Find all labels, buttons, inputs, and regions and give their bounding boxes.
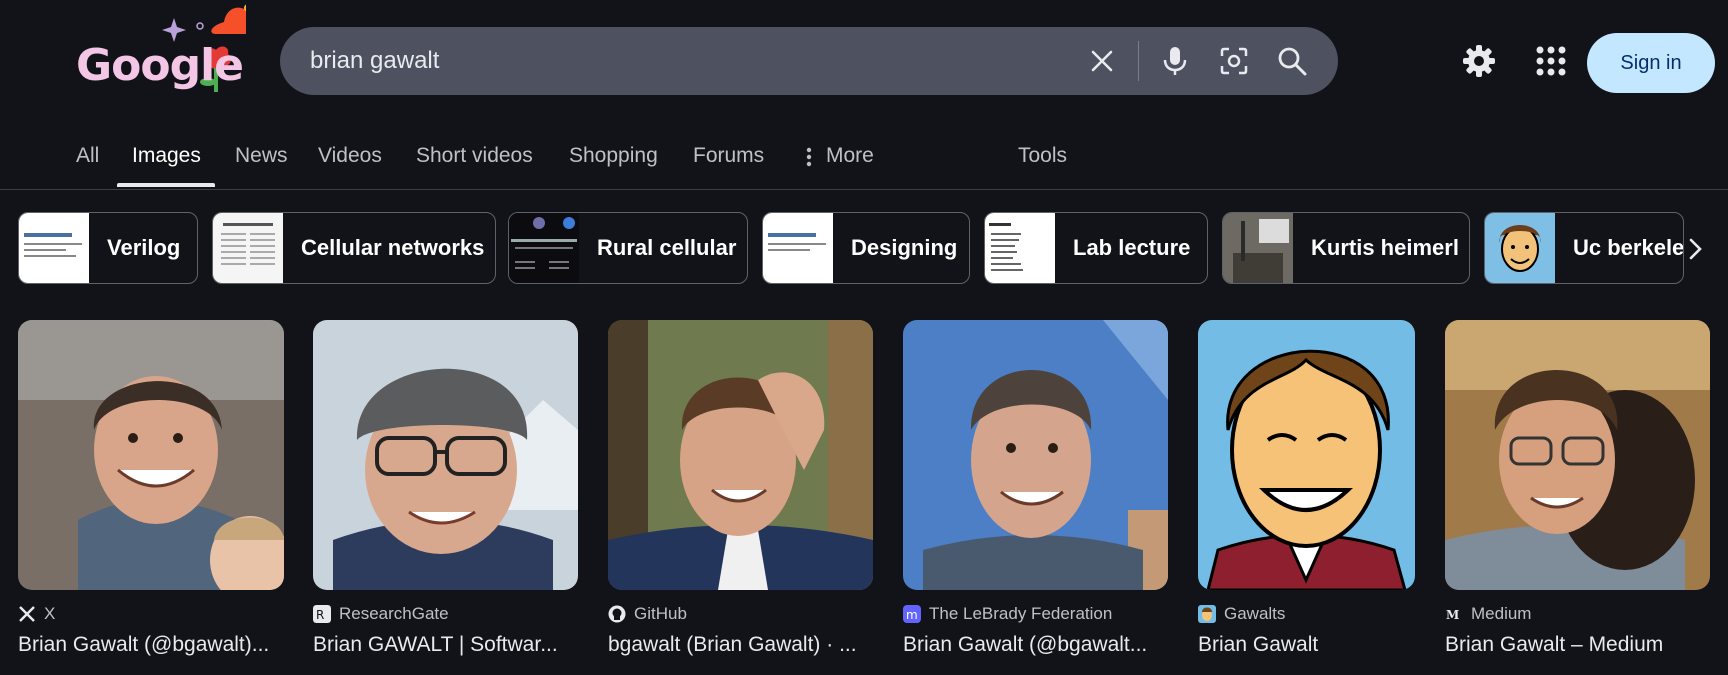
result-source: Gawalts bbox=[1198, 604, 1415, 624]
tab-more[interactable]: More bbox=[826, 144, 874, 168]
chip-lab-lecture[interactable]: Lab lecture bbox=[984, 212, 1208, 284]
tab-shopping[interactable]: Shopping bbox=[569, 144, 658, 168]
chip-verilog[interactable]: Verilog bbox=[18, 212, 198, 284]
mastodon-logo-icon: m bbox=[903, 605, 921, 623]
tab-forums[interactable]: Forums bbox=[693, 144, 764, 168]
tab-videos[interactable]: Videos bbox=[318, 144, 382, 168]
tab-short-videos[interactable]: Short videos bbox=[416, 144, 533, 168]
chip-thumbnail bbox=[509, 213, 579, 283]
chip-thumbnail bbox=[985, 213, 1055, 283]
chip-uc-berkeley[interactable]: Uc berkele bbox=[1484, 212, 1684, 284]
chip-label: Verilog bbox=[107, 235, 181, 260]
result-title[interactable]: Brian Gawalt (@bgawalt... bbox=[903, 633, 1168, 657]
medium-logo-icon: M bbox=[1445, 605, 1463, 623]
github-logo-icon bbox=[608, 605, 626, 623]
image-result[interactable]: R ResearchGate Brian GAWALT | Softwar... bbox=[313, 320, 578, 657]
result-title[interactable]: Brian Gawalt bbox=[1198, 633, 1415, 657]
clear-icon[interactable] bbox=[1085, 44, 1119, 78]
chip-label: Rural cellular bbox=[597, 235, 737, 260]
result-image[interactable] bbox=[903, 320, 1168, 590]
tab-all[interactable]: All bbox=[76, 144, 99, 168]
result-image[interactable] bbox=[1198, 320, 1415, 590]
result-image[interactable] bbox=[1445, 320, 1710, 590]
logo-text: Google bbox=[76, 40, 244, 91]
result-source: R ResearchGate bbox=[313, 604, 578, 624]
google-doodle-logo[interactable]: Google bbox=[76, 4, 246, 94]
result-image[interactable] bbox=[18, 320, 284, 590]
source-name: ResearchGate bbox=[339, 604, 449, 623]
tab-images[interactable]: Images bbox=[132, 144, 201, 168]
chip-designing[interactable]: Designing bbox=[762, 212, 970, 284]
chip-label: Cellular networks bbox=[301, 235, 485, 260]
source-name: GitHub bbox=[634, 604, 687, 623]
gawalts-favicon-icon bbox=[1198, 605, 1216, 623]
image-result[interactable]: Gawalts Brian Gawalt bbox=[1198, 320, 1415, 657]
x-logo-icon bbox=[19, 606, 35, 622]
image-result[interactable]: X Brian Gawalt (@bgawalt)... bbox=[18, 320, 284, 657]
chip-thumbnail bbox=[1485, 213, 1555, 283]
chip-thumbnail bbox=[763, 213, 833, 283]
result-title[interactable]: Brian GAWALT | Softwar... bbox=[313, 633, 578, 657]
search-tabs: All Images News Videos Short videos Shop… bbox=[0, 120, 1728, 190]
chip-thumbnail bbox=[19, 213, 89, 283]
chevron-right-icon[interactable] bbox=[1680, 234, 1710, 264]
image-result[interactable]: GitHub bgawalt (Brian Gawalt) · ... bbox=[608, 320, 873, 657]
result-title[interactable]: Brian Gawalt (@bgawalt)... bbox=[18, 633, 284, 657]
chip-cellular-networks[interactable]: Cellular networks bbox=[212, 212, 496, 284]
settings-icon[interactable] bbox=[1462, 44, 1496, 78]
active-tab-indicator bbox=[117, 183, 215, 187]
result-source: M Medium bbox=[1445, 604, 1710, 624]
lens-icon[interactable] bbox=[1217, 44, 1251, 78]
source-name: The LeBrady Federation bbox=[929, 604, 1113, 623]
result-title[interactable]: bgawalt (Brian Gawalt) · ... bbox=[608, 633, 873, 657]
svg-text:R: R bbox=[316, 608, 324, 622]
tab-news[interactable]: News bbox=[235, 144, 288, 168]
chip-thumbnail bbox=[213, 213, 283, 283]
result-source: GitHub bbox=[608, 604, 873, 624]
search-icon[interactable] bbox=[1275, 44, 1309, 78]
result-image[interactable] bbox=[313, 320, 578, 590]
result-source: X bbox=[18, 604, 284, 624]
tools-button[interactable]: Tools bbox=[1018, 144, 1067, 168]
result-image[interactable] bbox=[608, 320, 873, 590]
chip-thumbnail bbox=[1223, 213, 1293, 283]
researchgate-logo-icon: R bbox=[313, 605, 331, 623]
search-box[interactable] bbox=[280, 27, 1338, 95]
source-name: Medium bbox=[1471, 604, 1532, 623]
related-searches-chips: Verilog Cellular networks Rural cellular… bbox=[0, 210, 1728, 284]
image-results-grid: X Brian Gawalt (@bgawalt)... R ResearchG… bbox=[0, 320, 1728, 675]
sign-in-button[interactable]: Sign in bbox=[1587, 33, 1715, 93]
mic-icon[interactable] bbox=[1158, 44, 1192, 78]
source-name: X bbox=[44, 604, 56, 623]
result-source: m The LeBrady Federation bbox=[903, 604, 1168, 624]
image-result[interactable]: M Medium Brian Gawalt – Medium bbox=[1445, 320, 1710, 657]
source-name: Gawalts bbox=[1224, 604, 1286, 623]
svg-text:M: M bbox=[1446, 608, 1459, 622]
chip-kurtis-heimerl[interactable]: Kurtis heimerl bbox=[1222, 212, 1470, 284]
svg-text:m: m bbox=[906, 608, 918, 622]
search-divider bbox=[1138, 41, 1139, 81]
search-input[interactable] bbox=[310, 27, 1030, 95]
apps-icon[interactable] bbox=[1534, 44, 1568, 78]
chip-label: Kurtis heimerl bbox=[1311, 235, 1459, 260]
chip-label: Designing bbox=[851, 235, 958, 260]
chip-label: Lab lecture bbox=[1073, 235, 1191, 260]
header: Google brian gawalt Sign in bbox=[0, 0, 1728, 120]
more-icon[interactable] bbox=[806, 147, 812, 167]
chip-label: Uc berkele bbox=[1573, 235, 1684, 260]
result-title[interactable]: Brian Gawalt – Medium bbox=[1445, 633, 1710, 657]
image-result[interactable]: m The LeBrady Federation Brian Gawalt (@… bbox=[903, 320, 1168, 657]
chip-rural-cellular[interactable]: Rural cellular bbox=[508, 212, 748, 284]
